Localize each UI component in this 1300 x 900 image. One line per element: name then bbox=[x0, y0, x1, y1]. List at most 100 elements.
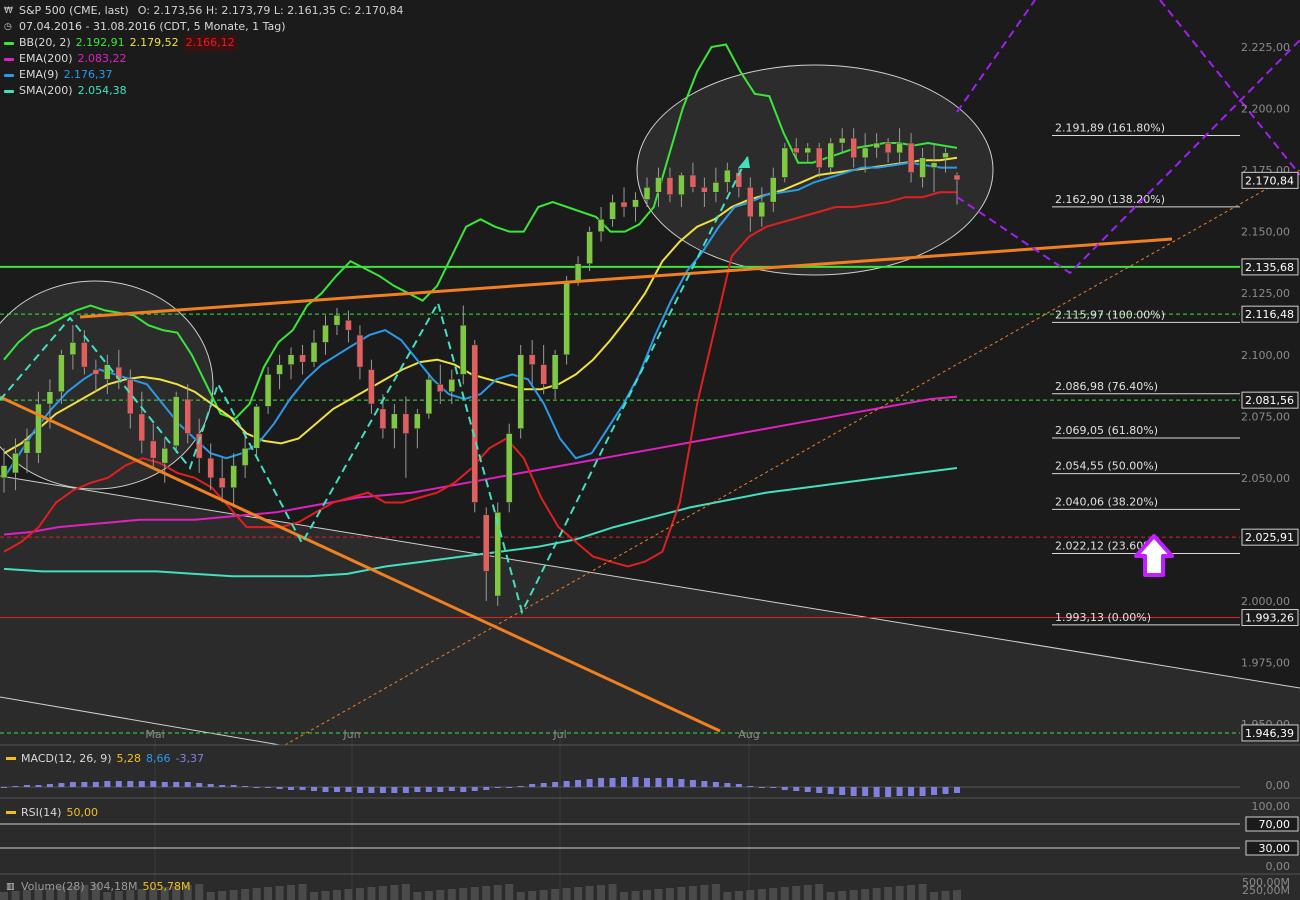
macd-histogram-bar bbox=[862, 787, 869, 796]
volume-bar bbox=[642, 890, 651, 900]
macd-histogram-bar bbox=[793, 787, 800, 791]
macd-histogram-bar bbox=[598, 778, 605, 787]
y-tick-label: 2.200,00 bbox=[1241, 103, 1290, 116]
volume-bar bbox=[229, 890, 238, 900]
candle-body bbox=[69, 342, 77, 356]
legend-swatch bbox=[4, 41, 14, 45]
rsi-tick-label: 30,00 bbox=[1259, 842, 1291, 855]
candle-body bbox=[379, 408, 387, 429]
candle-body bbox=[747, 187, 754, 218]
chart-legend: ₩ S&P 500 (CME, last) O: 2.173,56 H: 2.1… bbox=[4, 3, 404, 99]
fib-label: 2.040,06 (38.20%) bbox=[1055, 495, 1158, 508]
volume-bar bbox=[861, 889, 870, 900]
macd-histogram-bar bbox=[701, 781, 708, 787]
macd-histogram-bar bbox=[621, 777, 628, 787]
legend-value: 2.192,91 bbox=[75, 36, 125, 49]
candle-body bbox=[873, 142, 880, 149]
price-level-label: 2.081,56 bbox=[1245, 394, 1294, 407]
volume-bar bbox=[574, 887, 583, 900]
candle-body bbox=[919, 157, 926, 178]
candle-body bbox=[505, 433, 513, 503]
macd-histogram-bar bbox=[414, 787, 421, 792]
volume-bar bbox=[355, 888, 364, 900]
date-range: 07.04.2016 - 31.08.2016 (CDT, 5 Monate, … bbox=[19, 20, 286, 33]
legend-row: BB(20, 2) 2.192,91 2.179,52 2.166,12 bbox=[4, 35, 404, 51]
macd-histogram-bar bbox=[437, 787, 444, 792]
volume-bar bbox=[493, 885, 502, 900]
volume-bar bbox=[539, 890, 548, 900]
macd-histogram-bar bbox=[839, 787, 846, 795]
volume-bar bbox=[620, 892, 629, 900]
volume-bar bbox=[390, 885, 399, 900]
candle-body bbox=[781, 147, 789, 178]
clock-icon: ◷ bbox=[4, 22, 12, 32]
volume-tick-label: 250,00M bbox=[1242, 884, 1290, 897]
macd-histogram-bar bbox=[689, 780, 696, 787]
volume-value-1: 304,18M bbox=[89, 880, 138, 893]
macd-histogram-bar bbox=[161, 782, 168, 787]
macd-histogram-bar bbox=[46, 784, 53, 787]
y-tick-label: 2.100,00 bbox=[1241, 349, 1290, 362]
candle-body bbox=[643, 187, 651, 200]
macd-histogram-bar bbox=[150, 781, 157, 787]
chart-type-icon: ₩ bbox=[4, 6, 13, 16]
macd-histogram-bar bbox=[219, 785, 226, 787]
macd-histogram-bar bbox=[954, 787, 960, 793]
volume-bar bbox=[367, 887, 376, 900]
volume-bar bbox=[0, 892, 8, 900]
macd-histogram-bar bbox=[816, 787, 823, 793]
macd-histogram-bar bbox=[804, 787, 811, 792]
volume-bar bbox=[930, 892, 939, 900]
legend-value: 2.054,38 bbox=[77, 84, 127, 97]
consolidation-ellipse-right bbox=[636, 64, 994, 276]
candle-body bbox=[540, 364, 547, 385]
volume-bar bbox=[459, 888, 468, 900]
macd-histogram-bar bbox=[494, 787, 501, 788]
candle-body bbox=[563, 280, 570, 356]
legend-label: EMA(9) bbox=[19, 68, 59, 81]
macd-histogram-bar bbox=[931, 787, 938, 795]
volume-bar bbox=[631, 891, 640, 900]
volume-bar bbox=[298, 884, 307, 900]
volume-bar bbox=[264, 887, 273, 900]
volume-bar bbox=[849, 890, 858, 900]
rsi-swatch bbox=[6, 811, 16, 814]
macd-histogram-bar bbox=[460, 787, 467, 792]
y-tick-label: 2.150,00 bbox=[1241, 226, 1290, 239]
macd-histogram-bar bbox=[184, 782, 191, 787]
candle-body bbox=[356, 334, 364, 368]
volume-bar bbox=[413, 892, 422, 900]
volume-bar bbox=[734, 891, 743, 900]
legend-swatch bbox=[4, 89, 14, 93]
rsi-tick-label: 0,00 bbox=[1266, 860, 1291, 873]
macd-histogram-bar bbox=[609, 778, 616, 787]
volume-bar bbox=[310, 892, 319, 900]
price-level-label: 1.993,26 bbox=[1245, 612, 1294, 625]
macd-histogram-bar bbox=[402, 787, 409, 793]
y-tick-label: 1.975,00 bbox=[1241, 657, 1290, 670]
candle-body bbox=[264, 374, 272, 407]
y-tick-label: 2.050,00 bbox=[1241, 472, 1290, 485]
macd-histogram-bar bbox=[35, 785, 42, 787]
volume-bar bbox=[895, 886, 904, 900]
volume-bar bbox=[815, 884, 824, 900]
candle-body bbox=[632, 199, 639, 208]
macd-histogram-bar bbox=[517, 786, 524, 787]
candle-body bbox=[517, 354, 524, 429]
candle-body bbox=[609, 201, 616, 220]
candle-body bbox=[815, 147, 823, 168]
candle-body bbox=[551, 354, 559, 390]
candle-body bbox=[482, 514, 490, 572]
candle-body bbox=[150, 440, 157, 459]
candle-body bbox=[597, 219, 605, 232]
macd-histogram-bar bbox=[885, 787, 892, 797]
volume-bar bbox=[424, 891, 433, 900]
macd-histogram-bar bbox=[379, 787, 386, 793]
volume-bar bbox=[447, 889, 456, 900]
rsi-legend: RSI(14) 50,00 bbox=[6, 806, 98, 819]
legend-value: 2.083,22 bbox=[77, 52, 127, 65]
legend-row: SMA(200) 2.054,38 bbox=[4, 83, 404, 99]
candle-body bbox=[953, 174, 961, 181]
macd-histogram-bar bbox=[678, 779, 685, 787]
macd-histogram-bar bbox=[873, 787, 880, 797]
